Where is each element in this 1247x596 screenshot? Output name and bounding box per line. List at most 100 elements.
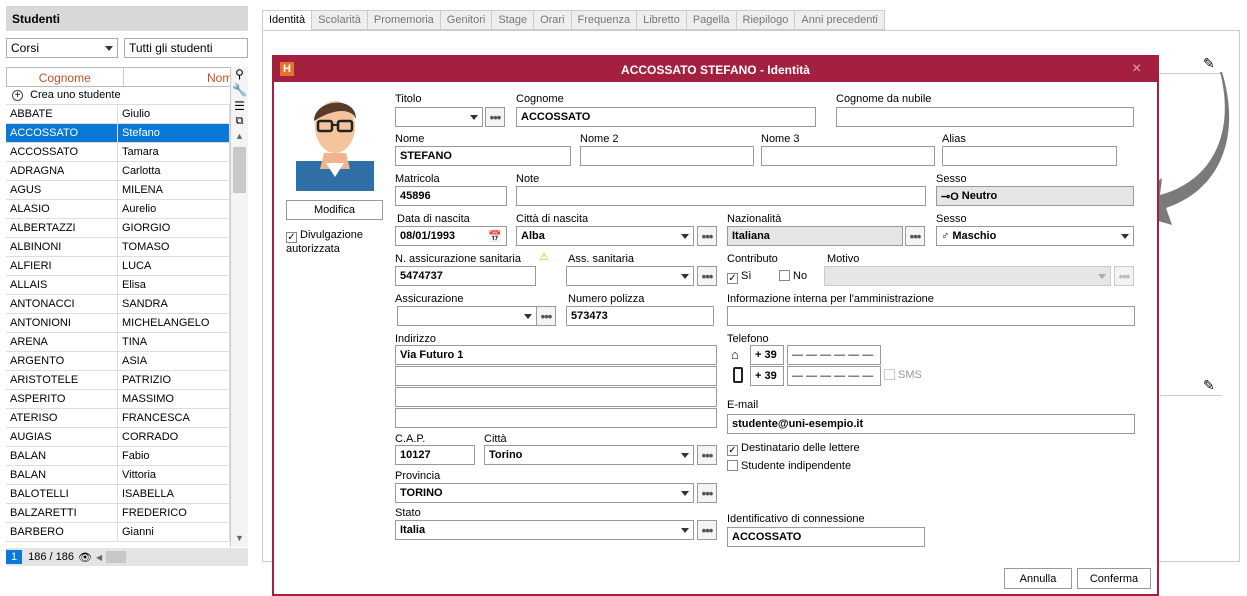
table-row[interactable]: ACCOSSATO Tamara bbox=[6, 143, 230, 162]
city-select[interactable]: Torino bbox=[484, 445, 694, 465]
address-line-2[interactable] bbox=[395, 366, 717, 386]
address-line-1[interactable]: Via Futuro 1 bbox=[395, 345, 717, 365]
reason-select[interactable] bbox=[824, 266, 1111, 286]
letters-recipient-checkbox[interactable]: ✓ Destinatario delle lettere bbox=[727, 442, 860, 456]
surname-field[interactable]: ACCOSSATO bbox=[516, 107, 816, 127]
table-row[interactable]: ACCOSSATO Stefano bbox=[6, 124, 230, 143]
country-select[interactable]: Italia bbox=[395, 520, 694, 540]
tab-stage[interactable]: Stage bbox=[491, 10, 535, 30]
close-icon[interactable]: × bbox=[1132, 60, 1141, 78]
province-select[interactable]: TORINO bbox=[395, 483, 694, 503]
tab-genitori[interactable]: Genitori bbox=[439, 10, 493, 30]
reason-more-button[interactable]: ••• bbox=[1114, 266, 1134, 286]
birth-date-field[interactable]: 08/01/1993 📅 bbox=[395, 226, 507, 246]
province-more-button[interactable]: ••• bbox=[697, 483, 717, 503]
contributo-si-checkbox[interactable]: ✓ Sì bbox=[727, 270, 751, 284]
table-row[interactable]: BALAN Fabio bbox=[6, 447, 230, 466]
eye-icon[interactable]: 👁 bbox=[78, 551, 92, 564]
postal-code-field[interactable]: 10127 bbox=[395, 445, 475, 465]
table-row[interactable]: ANTONIONI MICHELANGELO bbox=[6, 314, 230, 333]
students-filter-select[interactable]: Tutti gli studenti bbox=[124, 38, 248, 58]
policy-number-field[interactable]: 573473 bbox=[566, 306, 714, 326]
copy-icon[interactable]: ⧉ bbox=[231, 115, 248, 131]
search-icon[interactable]: ⚲ bbox=[231, 67, 248, 83]
tab-anni-precedenti[interactable]: Anni precedenti bbox=[794, 10, 885, 30]
table-row[interactable]: ALBERTAZZI GIORGIO bbox=[6, 219, 230, 238]
table-row[interactable]: ALLAIS Elisa bbox=[6, 276, 230, 295]
wrench-icon[interactable]: 🔧 bbox=[231, 83, 248, 99]
tab-orari[interactable]: Orari bbox=[533, 10, 572, 30]
calendar-icon[interactable]: 📅 bbox=[488, 230, 502, 243]
table-row[interactable]: ABBATE Giulio bbox=[6, 105, 230, 124]
tab-riepilogo[interactable]: Riepilogo bbox=[735, 10, 796, 30]
health-insurance-number-field[interactable]: 5474737 bbox=[395, 266, 536, 286]
scroll-left-icon[interactable]: ◀ bbox=[96, 553, 102, 562]
alias-field[interactable] bbox=[942, 146, 1117, 166]
tab-frequenza[interactable]: Frequenza bbox=[570, 10, 638, 30]
table-row[interactable]: ALASIO Aurelio bbox=[6, 200, 230, 219]
table-row[interactable]: BALAN Vittoria bbox=[6, 466, 230, 485]
address-line-4[interactable] bbox=[395, 408, 717, 428]
registration-number-field[interactable]: 45896 bbox=[395, 186, 507, 206]
modifica-photo-button[interactable]: Modifica bbox=[286, 200, 383, 220]
first-name-field[interactable]: STEFANO bbox=[395, 146, 571, 166]
title-more-button[interactable]: ••• bbox=[485, 107, 505, 127]
table-row[interactable]: BALZARETTI FREDERICO bbox=[6, 504, 230, 523]
table-row[interactable]: ADRAGNA Carlotta bbox=[6, 162, 230, 181]
list-icon[interactable]: ☰ bbox=[231, 99, 248, 115]
scroll-up-icon[interactable]: ▲ bbox=[231, 131, 248, 145]
table-row[interactable]: ARENA TINA bbox=[6, 333, 230, 352]
mobile-prefix-field[interactable]: + 39 bbox=[750, 366, 784, 386]
insurance-select[interactable] bbox=[397, 306, 537, 326]
table-row[interactable]: BALOTELLI ISABELLA bbox=[6, 485, 230, 504]
table-row[interactable]: ARGENTO ASIA bbox=[6, 352, 230, 371]
contributo-no-checkbox[interactable]: No bbox=[779, 270, 807, 282]
table-row[interactable]: ALFIERI LUCA bbox=[6, 257, 230, 276]
table-row[interactable]: AUGIAS CORRADO bbox=[6, 428, 230, 447]
nationality-field[interactable]: Italiana bbox=[727, 226, 903, 246]
scroll-thumb[interactable] bbox=[233, 147, 246, 193]
courses-select[interactable]: Corsi bbox=[6, 38, 118, 58]
horizontal-scroll-thumb[interactable] bbox=[106, 551, 127, 563]
table-row[interactable]: AGUS MILENA bbox=[6, 181, 230, 200]
address-line-3[interactable] bbox=[395, 387, 717, 407]
tab-libretto[interactable]: Libretto bbox=[636, 10, 687, 30]
maiden-name-field[interactable] bbox=[836, 107, 1134, 127]
title-select[interactable] bbox=[395, 107, 483, 127]
second-name-field[interactable] bbox=[580, 146, 754, 166]
table-row[interactable]: ARISTOTELE PATRIZIO bbox=[6, 371, 230, 390]
email-field[interactable]: studente@uni-esempio.it bbox=[727, 414, 1135, 434]
birth-city-more-button[interactable]: ••• bbox=[697, 226, 717, 246]
column-header-nome[interactable]: Nome bbox=[124, 68, 248, 86]
nationality-more-button[interactable]: ••• bbox=[905, 226, 925, 246]
third-name-field[interactable] bbox=[761, 146, 935, 166]
disclosure-checkbox[interactable]: ✓ Divulgazione autorizzata bbox=[286, 229, 366, 255]
tab-scolarit[interactable]: Scolarità bbox=[311, 10, 368, 30]
gender-select[interactable]: ♂ Maschio bbox=[936, 226, 1134, 246]
independent-student-checkbox[interactable]: Studente indipendente bbox=[727, 460, 851, 472]
table-row[interactable]: ASPERITO MASSIMO bbox=[6, 390, 230, 409]
tab-identit[interactable]: Identità bbox=[262, 10, 313, 30]
birth-city-select[interactable]: Alba bbox=[516, 226, 694, 246]
city-more-button[interactable]: ••• bbox=[697, 445, 717, 465]
page-number[interactable]: 1 bbox=[6, 550, 23, 564]
internal-info-field[interactable] bbox=[727, 306, 1135, 326]
home-phone-field[interactable]: — — — — — — bbox=[787, 345, 881, 365]
column-header-cognome[interactable]: Cognome bbox=[7, 68, 124, 86]
confirm-button[interactable]: Conferma bbox=[1077, 568, 1151, 589]
cancel-button[interactable]: Annulla bbox=[1004, 568, 1072, 589]
insurance-more-button[interactable]: ••• bbox=[536, 306, 556, 326]
login-id-field[interactable]: ACCOSSATO bbox=[727, 527, 925, 547]
table-row[interactable]: ALBINONI TOMASO bbox=[6, 238, 230, 257]
tab-promemoria[interactable]: Promemoria bbox=[366, 10, 441, 30]
scroll-down-icon[interactable]: ▼ bbox=[231, 533, 248, 547]
list-scrollbar[interactable]: ⚲ 🔧 ☰ ⧉ ▲ ▼ bbox=[230, 67, 248, 547]
tab-pagella[interactable]: Pagella bbox=[685, 10, 737, 30]
mobile-phone-field[interactable]: — — — — — — bbox=[787, 366, 881, 386]
health-insurance-more-button[interactable]: ••• bbox=[697, 266, 717, 286]
health-insurance-select[interactable] bbox=[566, 266, 694, 286]
home-prefix-field[interactable]: + 39 bbox=[750, 345, 784, 365]
country-more-button[interactable]: ••• bbox=[697, 520, 717, 540]
notes-field[interactable] bbox=[516, 186, 926, 206]
gender-neutral-field[interactable]: ⊸O Neutro bbox=[936, 186, 1134, 206]
